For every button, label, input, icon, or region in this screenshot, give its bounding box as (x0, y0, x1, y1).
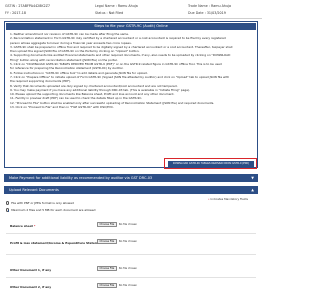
fy-label: FY : (5, 11, 12, 15)
file-format-note: File with PNF or JPEG format is only all… (6, 201, 74, 205)
balance-sheet-file-input[interactable]: Choose File No file chosen (97, 222, 137, 227)
payment-section-bar[interactable]: Make Payment for additional liability as… (4, 174, 258, 182)
max-files-note: Maximum 2 files and 5 MB for each docume… (6, 208, 95, 212)
gstin-label: GSTIN : (5, 4, 18, 8)
balance-sheet-label: Balance sheet * (10, 224, 35, 228)
fy-value: 2017-18 (12, 11, 26, 15)
upload-section-title: Upload Relevant Documents (9, 188, 59, 192)
radio-icon (6, 208, 10, 212)
profit-loss-label: Profit & loss statement/Income & Expendi… (10, 241, 106, 245)
instruction-item: 13. Click on "Proceed to File" and then … (10, 105, 114, 110)
no-file-text: No file chosen (118, 223, 138, 226)
instruction-item: 2. Reconciliation statement in Form GSTR… (10, 36, 226, 41)
max-files-note-text: Maximum 2 files and 5 MB for each docume… (11, 208, 96, 212)
balance-sheet-label-text: Balance sheet (10, 224, 33, 228)
choose-file-button[interactable]: Choose File (97, 239, 117, 244)
other-document-1-label: Other Document 1, if any (10, 268, 52, 272)
return-status: Status : Not Filed (95, 11, 123, 15)
gstin: GSTIN : 27ABFPA4428K2Z7 (5, 4, 50, 8)
download-gstr9c-tables-button[interactable]: DOWNLOAD GSTR-9C TABLES DERIVED FROM GST… (168, 161, 254, 167)
legal-name: Legal Name : Ramu Ahuja (95, 4, 138, 8)
trade-name-value: Ramu Ahuja (211, 4, 231, 8)
other-document-1-file-input[interactable]: Choose File No file chosen (97, 266, 137, 271)
return-header: GSTIN : 27ABFPA4428K2Z7 Legal Name : Ram… (0, 0, 262, 19)
payment-section-title: Make Payment for additional liability as… (9, 176, 153, 180)
instructions-list: 1. Neither amendment nor revision of GST… (10, 32, 254, 109)
instructions-heading: Steps to file your GSTR-9C (Audit) Onlin… (6, 23, 256, 30)
legal-name-value: Ramu Ahuja (117, 4, 138, 8)
no-file-text: No file chosen (118, 284, 138, 287)
chevron-up-icon: ▲ (251, 188, 254, 192)
choose-file-button[interactable]: Choose File (97, 222, 117, 227)
mandatory-note: • Indicates Mandatory Fields (208, 197, 248, 201)
gstin-value: 27ABFPA4428K2Z7 (18, 4, 50, 8)
trade-name: Trade Name : Ramu Ahuja (188, 4, 231, 8)
due-date-value: 31/03/2019 (206, 11, 226, 15)
legal-name-label: Legal Name : (95, 4, 117, 8)
divider (6, 277, 256, 278)
no-file-text: No file chosen (118, 240, 138, 243)
status-label: Status : (95, 11, 108, 15)
chevron-down-icon: ▼ (251, 176, 254, 180)
financial-year: FY : 2017-18 (5, 11, 26, 15)
choose-file-button[interactable]: Choose File (97, 283, 117, 288)
other-document-2-label: Other Document 2, if any (10, 285, 52, 289)
status-value: Not Filed (108, 11, 124, 15)
divider (6, 254, 256, 255)
required-asterisk: * (32, 224, 36, 228)
profit-loss-label-text: Profit & loss statement/Income & Expendi… (10, 241, 104, 245)
other-document-2-file-input[interactable]: Choose File No file chosen (97, 283, 137, 288)
choose-file-button[interactable]: Choose File (97, 266, 117, 271)
profit-loss-file-input[interactable]: Choose File No file chosen (97, 239, 137, 244)
instructions-panel: Steps to file your GSTR-9C (Audit) Onlin… (4, 21, 258, 168)
due-date-label: Due Date : (188, 11, 206, 15)
asterisk-icon: • (208, 197, 210, 201)
due-date: Due Date : 31/03/2019 (188, 11, 226, 15)
upload-section-bar[interactable]: Upload Relevant Documents ▲ (4, 186, 258, 194)
trade-name-label: Trade Name : (188, 4, 210, 8)
file-format-note-text: File with PNF or JPEG format is only all… (11, 201, 74, 205)
no-file-text: No file chosen (118, 267, 138, 270)
radio-icon (6, 201, 10, 205)
divider (6, 233, 256, 234)
mandatory-note-text: Indicates Mandatory Fields (210, 197, 248, 201)
